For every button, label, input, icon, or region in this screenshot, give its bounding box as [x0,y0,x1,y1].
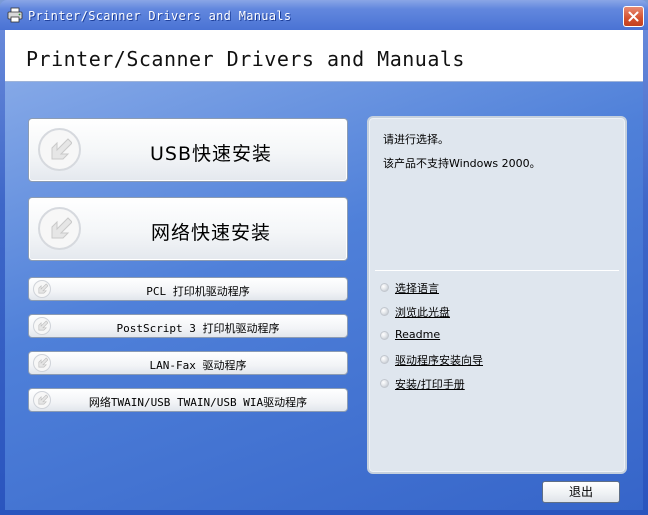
arrow-icon [33,391,51,409]
link-label[interactable]: 安装/打印手册 [395,376,465,392]
lan-fax-driver-button[interactable]: LAN-Fax 驱动程序 [28,351,348,375]
exit-button[interactable]: 退出 [542,481,620,503]
pcl-driver-label: PCL 打印机驱动程序 [146,285,250,298]
page-title: Printer/Scanner Drivers and Manuals [26,47,465,71]
title-bar[interactable]: Printer/Scanner Drivers and Manuals [0,0,648,30]
installer-window: Printer/Scanner Drivers and Manuals Prin… [0,0,648,515]
bullet-icon [380,283,389,292]
lan-fax-driver-label: LAN-Fax 驱动程序 [149,359,247,372]
link-label[interactable]: Readme [395,328,440,341]
printer-icon [7,7,23,23]
network-quick-install-button[interactable]: 网络快速安装 [28,197,348,261]
close-button[interactable] [623,6,644,27]
arrow-icon [33,317,51,335]
compatibility-note: 该产品不支持Windows 2000。 [383,157,541,170]
twain-wia-driver-button[interactable]: 网络TWAIN/USB TWAIN/USB WIA驱动程序 [28,388,348,412]
arrow-icon [38,207,81,250]
arrow-icon [33,354,51,372]
bullet-icon [380,331,389,340]
panel-divider [375,270,619,271]
info-panel: 请进行选择。 该产品不支持Windows 2000。 选择语言 浏览此光盘 Re… [367,116,627,474]
bullet-icon [380,355,389,364]
client-area: Printer/Scanner Drivers and Manuals USB快… [5,30,643,510]
bullet-icon [380,379,389,388]
postscript-driver-button[interactable]: PostScript 3 打印机驱动程序 [28,314,348,338]
bullet-icon [380,307,389,316]
link-label[interactable]: 驱动程序安装向导 [395,352,483,368]
pcl-driver-button[interactable]: PCL 打印机驱动程序 [28,277,348,301]
twain-wia-driver-label: 网络TWAIN/USB TWAIN/USB WIA驱动程序 [88,396,308,409]
header-banner: Printer/Scanner Drivers and Manuals [5,30,643,82]
close-icon [628,11,639,22]
link-label[interactable]: 浏览此光盘 [395,304,450,320]
usb-quick-install-label: USB快速安装 [149,143,272,165]
arrow-icon [38,128,81,171]
arrow-icon [33,280,51,298]
window-title: Printer/Scanner Drivers and Manuals [28,9,292,23]
network-quick-install-label: 网络快速安装 [150,222,271,244]
postscript-driver-label: PostScript 3 打印机驱动程序 [116,322,280,335]
link-label[interactable]: 选择语言 [395,280,439,296]
selection-prompt: 请进行选择。 [383,133,449,146]
usb-quick-install-button[interactable]: USB快速安装 [28,118,348,182]
